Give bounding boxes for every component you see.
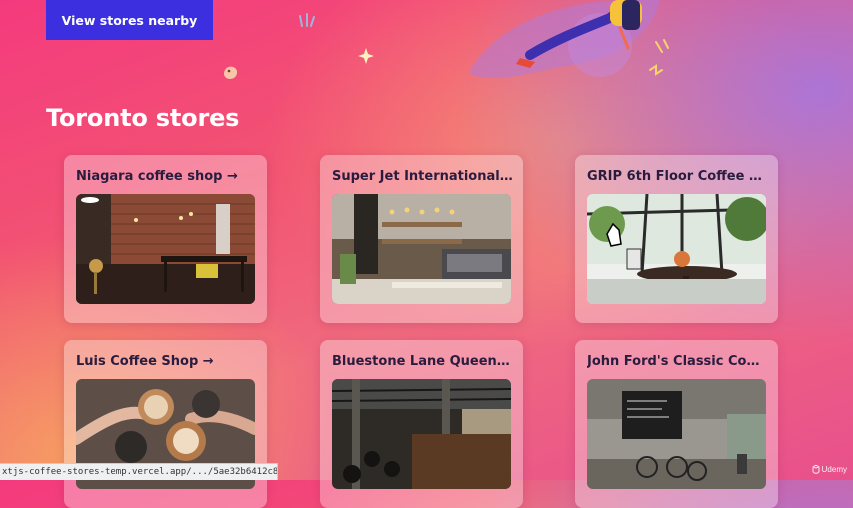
store-name[interactable]: Bluestone Lane Queen St... <box>332 354 514 369</box>
view-stores-nearby-button[interactable]: View stores nearby <box>46 0 213 40</box>
store-photo <box>76 194 255 304</box>
store-photo <box>332 194 511 304</box>
hero-illustration <box>469 0 669 79</box>
store-name[interactable]: Luis Coffee Shop → <box>76 354 258 369</box>
udemy-logo-icon <box>811 465 820 474</box>
store-name[interactable]: Niagara coffee shop → <box>76 169 258 184</box>
link-preview-status-bar: xtjs-coffee-stores-temp.vercel.app/.../5… <box>0 463 278 480</box>
store-photo <box>587 379 766 489</box>
store-card[interactable]: Luis Coffee Shop → <box>64 340 267 508</box>
bird-doodle-icon <box>224 66 238 79</box>
store-card[interactable]: John Ford's Classic Coffe... <box>575 340 778 508</box>
page-title: Toronto stores <box>46 104 240 132</box>
store-card[interactable]: Super Jet International C... <box>320 155 523 323</box>
leaf-doodle-icon <box>299 13 315 27</box>
store-card[interactable]: Bluestone Lane Queen St... <box>320 340 523 508</box>
store-card[interactable]: GRIP 6th Floor Coffee Sh... <box>575 155 778 323</box>
udemy-watermark: Udemy <box>811 465 847 474</box>
store-name[interactable]: Super Jet International C... <box>332 169 514 184</box>
store-card[interactable]: Niagara coffee shop → <box>64 155 267 323</box>
store-name[interactable]: GRIP 6th Floor Coffee Sh... <box>587 169 769 184</box>
udemy-label: Udemy <box>821 465 847 474</box>
store-name[interactable]: John Ford's Classic Coffe... <box>587 354 769 369</box>
store-photo <box>332 379 511 489</box>
store-photo <box>587 194 766 304</box>
sparkle-icon <box>358 48 374 64</box>
